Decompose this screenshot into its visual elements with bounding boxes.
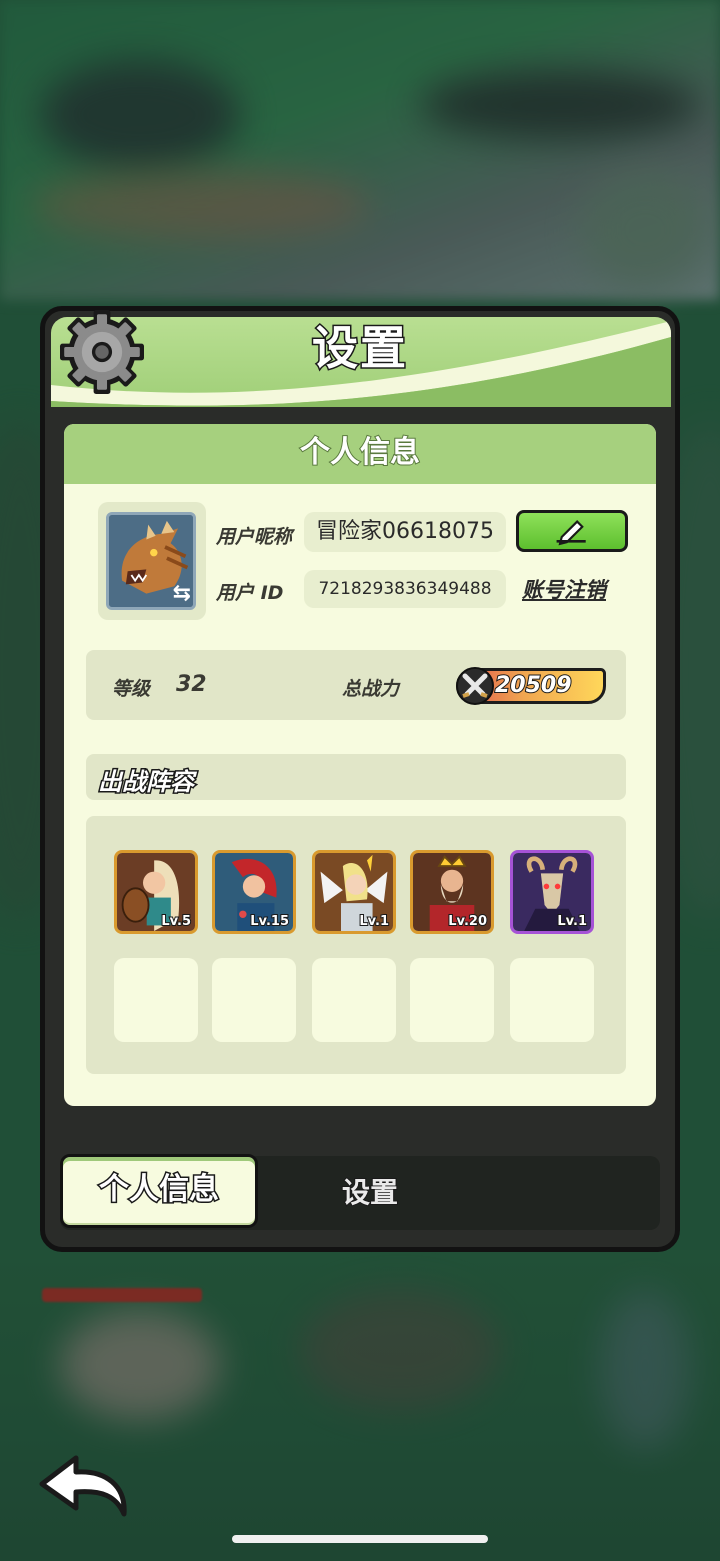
edit-nickname-button[interactable]: [516, 510, 628, 552]
hero-level: Lv.5: [160, 913, 192, 930]
empty-hero-slot[interactable]: [510, 958, 594, 1042]
crossed-swords-icon: [456, 667, 494, 705]
hero-slot-2[interactable]: Lv.15: [212, 850, 296, 934]
tab-bar: 个人信息 设置: [60, 1154, 660, 1230]
avatar-frame[interactable]: ⇆: [98, 502, 206, 620]
nickname-field: 冒险家06618075: [304, 512, 506, 552]
pencil-icon: [556, 520, 586, 546]
hero-level: Lv.20: [447, 913, 488, 930]
hero-slot-5[interactable]: Lv.1: [510, 850, 594, 934]
stats-bar: 等级 32 总战力 20509: [86, 650, 626, 720]
power-label: 总战力: [342, 678, 400, 700]
back-arrow-icon: [39, 1455, 127, 1517]
home-indicator: [232, 1535, 488, 1543]
power-value: 20509: [494, 672, 573, 699]
cancel-account-link[interactable]: 账号注销: [522, 574, 606, 604]
empty-hero-slot[interactable]: [114, 958, 198, 1042]
team-heading: 出战阵容: [97, 767, 196, 798]
hero-slot-3[interactable]: Lv.1: [312, 850, 396, 934]
back-button[interactable]: [36, 1450, 132, 1522]
hero-level: Lv.15: [249, 913, 290, 930]
tab-settings[interactable]: 设置: [310, 1156, 430, 1230]
avatar[interactable]: ⇆: [106, 512, 196, 610]
hero-level: Lv.1: [556, 913, 588, 930]
hero-slot-4[interactable]: Lv.20: [410, 850, 494, 934]
power-badge: 20509: [456, 667, 606, 705]
page-title: 设置: [311, 320, 408, 377]
tab-personal-info[interactable]: 个人信息: [60, 1154, 258, 1228]
swap-icon: ⇆: [172, 581, 191, 606]
hero-level: Lv.1: [358, 913, 390, 930]
personal-info-card: 个人信息 ⇆ 用户昵称 冒险家06618075 用户 ID 7218293836…: [64, 424, 656, 1106]
gear-icon: [60, 310, 144, 394]
hero-slot-1[interactable]: Lv.5: [114, 850, 198, 934]
nickname-label: 用户昵称: [216, 526, 293, 548]
team-lineup: Lv.5 Lv.15 Lv.1 Lv.20 Lv.1: [86, 816, 626, 1074]
empty-hero-slot[interactable]: [212, 958, 296, 1042]
empty-hero-slot[interactable]: [410, 958, 494, 1042]
team-header: 出战阵容: [86, 754, 626, 800]
card-heading: 个人信息: [64, 424, 656, 484]
user-id-label: 用户 ID: [216, 582, 284, 604]
level-label: 等级: [112, 678, 151, 700]
empty-hero-slot[interactable]: [312, 958, 396, 1042]
user-id-field: 7218293836349488: [304, 570, 506, 608]
level-value: 32: [176, 672, 207, 697]
